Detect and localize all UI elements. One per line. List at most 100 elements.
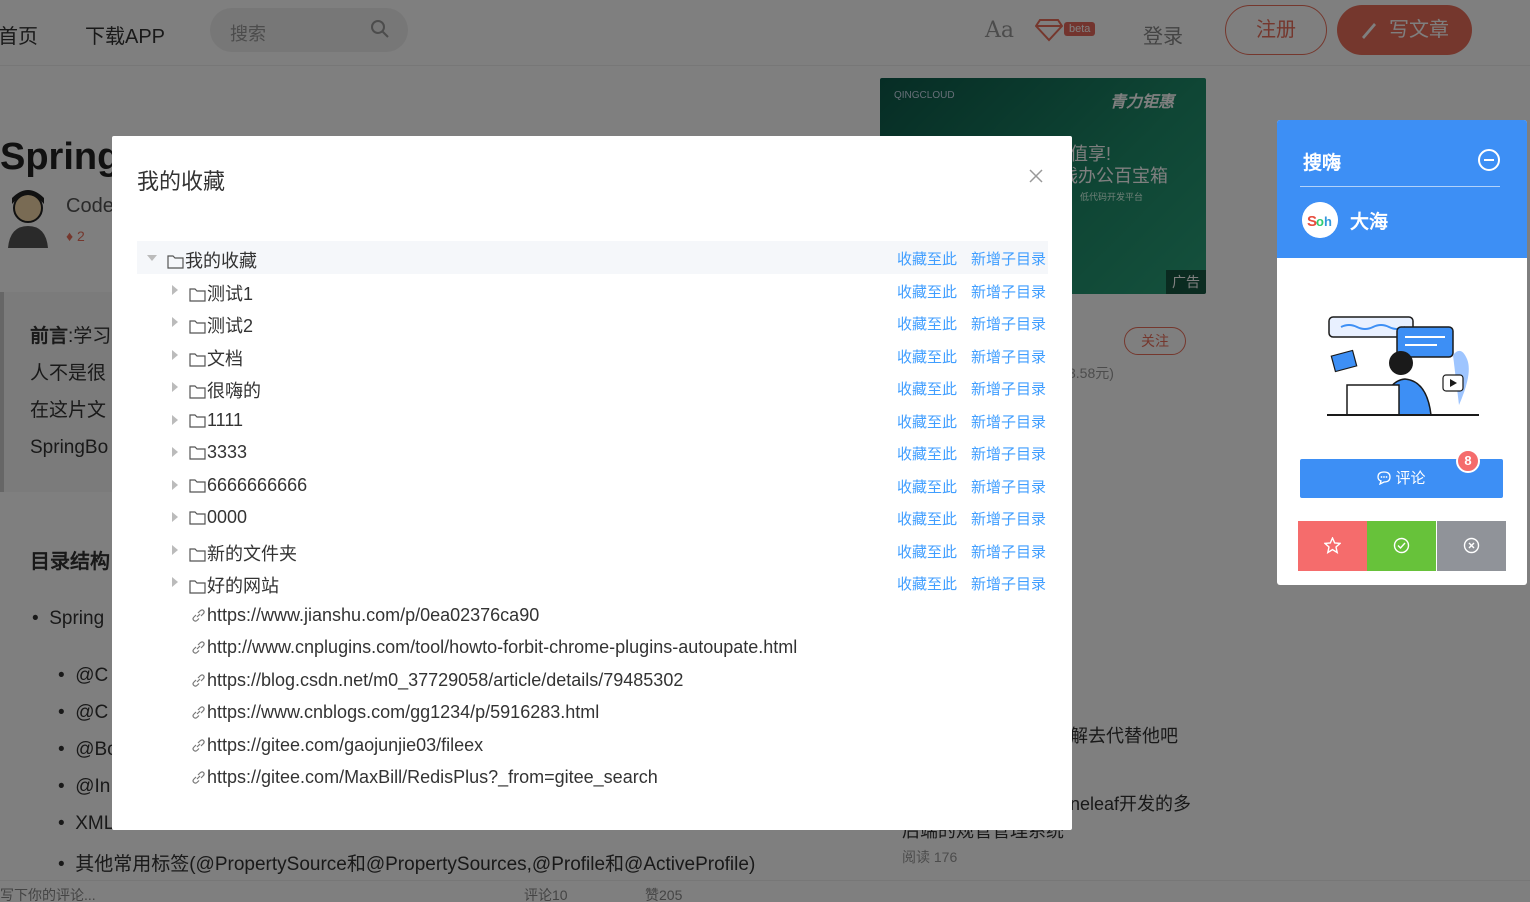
svg-text:h: h <box>1324 214 1332 229</box>
row-actions: 收藏至此 新增子目录 <box>883 378 1046 399</box>
tree-folder[interactable]: 测试2 收藏至此 新增子目录 <box>137 306 1048 339</box>
folder-icon <box>167 255 184 269</box>
caret-right-icon[interactable] <box>172 317 178 327</box>
add-subfolder-button[interactable]: 新增子目录 <box>971 349 1046 366</box>
tree-label: https://gitee.com/MaxBill/RedisPlus?_fro… <box>191 767 658 788</box>
row-actions: 收藏至此 新增子目录 <box>883 443 1046 464</box>
collect-here-button[interactable]: 收藏至此 <box>897 251 957 268</box>
tree-label: 新的文件夹 <box>189 540 297 566</box>
tree-folder[interactable]: 好的网站 收藏至此 新增子目录 <box>137 566 1048 599</box>
collect-here-button[interactable]: 收藏至此 <box>897 414 957 431</box>
link-icon <box>192 738 205 752</box>
tree-link[interactable]: http://www.cnplugins.com/tool/howto-forb… <box>137 631 1048 664</box>
caret-right-icon[interactable] <box>172 512 178 522</box>
tree-label: 很嗨的 <box>189 377 261 403</box>
add-subfolder-button[interactable]: 新增子目录 <box>971 414 1046 431</box>
tree-folder[interactable]: 新的文件夹 收藏至此 新增子目录 <box>137 534 1048 567</box>
divider <box>1300 186 1500 187</box>
close-widget-button[interactable] <box>1437 521 1506 571</box>
tree-label: 文档 <box>189 345 243 371</box>
caret-right-icon[interactable] <box>172 544 178 555</box>
row-actions: 收藏至此 新增子目录 <box>883 476 1046 497</box>
tree-link[interactable]: https://www.jianshu.com/p/0ea02376ca90 <box>137 599 1048 632</box>
link-icon <box>192 673 205 687</box>
link-icon <box>192 608 205 622</box>
tree-folder[interactable]: 测试1 收藏至此 新增子目录 <box>137 274 1048 307</box>
folder-icon <box>189 287 206 302</box>
close-icon[interactable] <box>1028 168 1044 184</box>
caret-right-icon[interactable] <box>172 349 178 360</box>
collect-here-button[interactable]: 收藏至此 <box>897 284 957 301</box>
collect-here-button[interactable]: 收藏至此 <box>897 576 957 593</box>
tree-label: 1111 <box>189 410 243 431</box>
caret-right-icon[interactable] <box>172 382 178 392</box>
caret-down-icon[interactable] <box>147 255 157 261</box>
row-actions: 收藏至此 新增子目录 <box>883 573 1046 594</box>
add-subfolder-button[interactable]: 新增子目录 <box>971 544 1046 561</box>
add-subfolder-button[interactable]: 新增子目录 <box>971 511 1046 528</box>
row-actions: 收藏至此 新增子目录 <box>883 411 1046 432</box>
widget-action-buttons <box>1298 521 1506 571</box>
caret-right-icon[interactable] <box>172 414 178 425</box>
folder-icon <box>189 511 206 525</box>
svg-text:o: o <box>1316 214 1324 229</box>
collect-here-button[interactable]: 收藏至此 <box>897 381 957 398</box>
favorites-tree: 我的收藏 收藏至此 新增子目录 测试1 收藏至此 新增子目录 测试2 收藏至此 新增子… <box>137 241 1048 794</box>
row-actions: 收藏至此 新增子目录 <box>883 346 1046 367</box>
add-subfolder-button[interactable]: 新增子目录 <box>971 381 1046 398</box>
add-subfolder-button[interactable]: 新增子目录 <box>971 576 1046 593</box>
star-icon <box>1324 537 1341 554</box>
minimize-icon[interactable] <box>1478 149 1500 171</box>
tree-label: 0000 <box>189 507 247 528</box>
tree-link[interactable]: https://gitee.com/MaxBill/RedisPlus?_fro… <box>137 761 1048 794</box>
favorite-button[interactable] <box>1298 521 1367 571</box>
tree-folder[interactable]: 6666666666 收藏至此 新增子目录 <box>137 469 1048 502</box>
folder-icon <box>189 580 206 594</box>
check-circle-icon <box>1393 537 1410 554</box>
row-actions: 收藏至此 新增子目录 <box>883 508 1046 529</box>
collect-here-button[interactable]: 收藏至此 <box>897 479 957 496</box>
row-actions: 收藏至此 新增子目录 <box>883 281 1046 302</box>
tree-folder[interactable]: 很嗨的 收藏至此 新增子目录 <box>137 371 1048 404</box>
tree-folder[interactable]: 3333 收藏至此 新增子目录 <box>137 436 1048 469</box>
collect-here-button[interactable]: 收藏至此 <box>897 446 957 463</box>
caret-right-icon[interactable] <box>172 479 178 490</box>
add-subfolder-button[interactable]: 新增子目录 <box>971 316 1046 333</box>
tree-folder[interactable]: 1111 收藏至此 新增子目录 <box>137 404 1048 437</box>
add-subfolder-button[interactable]: 新增子目录 <box>971 446 1046 463</box>
link-icon <box>192 641 205 654</box>
chat-illustration <box>1327 316 1479 416</box>
tree-label: 我的收藏 <box>167 247 257 273</box>
folder-icon <box>189 478 206 493</box>
folder-icon <box>189 352 206 367</box>
tree-label: https://www.cnblogs.com/gg1234/p/5916283… <box>191 702 599 723</box>
caret-right-icon[interactable] <box>172 447 178 457</box>
comment-count-badge: 8 <box>1456 449 1480 473</box>
tree-label: https://gitee.com/gaojunjie03/fileex <box>191 735 483 756</box>
link-icon <box>192 771 205 784</box>
tree-root[interactable]: 我的收藏 收藏至此 新增子目录 <box>137 241 1048 274</box>
tree-label: http://www.cnplugins.com/tool/howto-forb… <box>191 637 797 658</box>
favorites-modal: 我的收藏 我的收藏 收藏至此 新增子目录 测试1 收藏至此 新增子目录 测试2 收藏… <box>112 136 1072 830</box>
tree-folder[interactable]: 0000 收藏至此 新增子目录 <box>137 501 1048 534</box>
tree-link[interactable]: https://www.cnblogs.com/gg1234/p/5916283… <box>137 696 1048 729</box>
add-subfolder-button[interactable]: 新增子目录 <box>971 251 1046 268</box>
collect-here-button[interactable]: 收藏至此 <box>897 544 957 561</box>
confirm-button[interactable] <box>1367 521 1436 571</box>
tree-label: 3333 <box>189 442 247 463</box>
tree-folder[interactable]: 文档 收藏至此 新增子目录 <box>137 339 1048 372</box>
collect-here-button[interactable]: 收藏至此 <box>897 316 957 333</box>
add-subfolder-button[interactable]: 新增子目录 <box>971 479 1046 496</box>
add-subfolder-button[interactable]: 新增子目录 <box>971 284 1046 301</box>
modal-title: 我的收藏 <box>137 169 226 194</box>
close-circle-icon <box>1463 537 1480 554</box>
caret-right-icon[interactable] <box>172 577 178 587</box>
souhai-widget: 搜嗨 Soh 大海 评论 8 <box>1277 120 1527 585</box>
tree-label: 6666666666 <box>189 475 307 496</box>
tree-link[interactable]: https://gitee.com/gaojunjie03/fileex <box>137 729 1048 762</box>
caret-right-icon[interactable] <box>172 284 178 295</box>
collect-here-button[interactable]: 收藏至此 <box>897 349 957 366</box>
tree-label: 好的网站 <box>189 572 279 598</box>
tree-link[interactable]: https://blog.csdn.net/m0_37729058/articl… <box>137 664 1048 697</box>
collect-here-button[interactable]: 收藏至此 <box>897 511 957 528</box>
